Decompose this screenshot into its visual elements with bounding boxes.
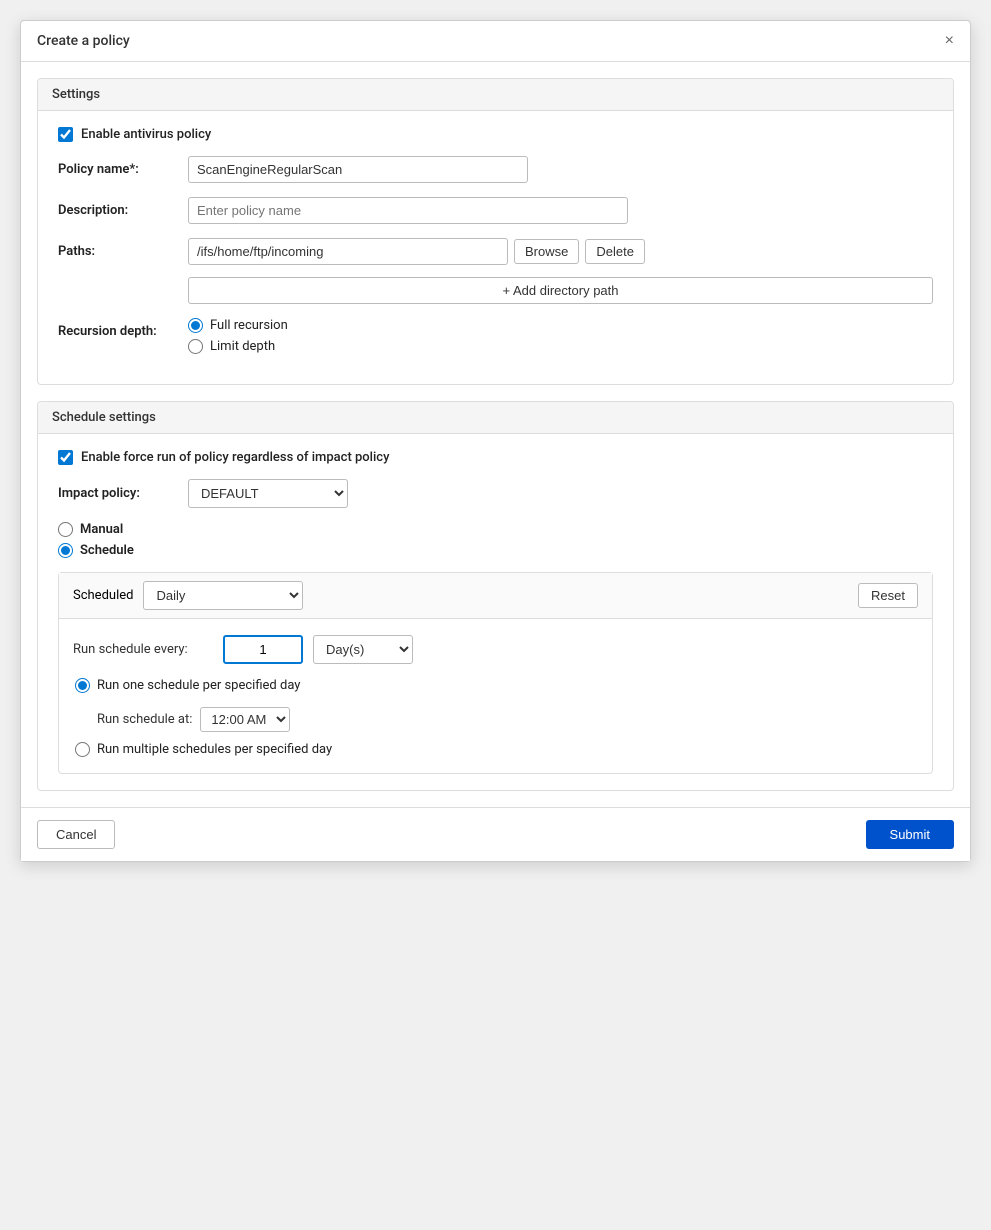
dialog-header: Create a policy × [21, 21, 970, 62]
run-every-input[interactable] [223, 635, 303, 664]
schedule-options: Run one schedule per specified day Run s… [73, 678, 918, 757]
enable-force-label: Enable force run of policy regardless of… [81, 450, 389, 465]
run-one-row: Run one schedule per specified day [75, 678, 918, 693]
policy-name-row: Policy name*: [58, 156, 933, 183]
recursion-depth-label: Recursion depth: [58, 318, 188, 339]
path-input[interactable] [188, 238, 508, 265]
browse-button[interactable]: Browse [514, 239, 579, 264]
enable-antivirus-checkbox[interactable] [58, 127, 73, 142]
recursion-depth-row: Recursion depth: Full recursion Limit de… [58, 318, 933, 354]
schedule-box-header-left: Scheduled Daily Weekly Monthly [73, 581, 303, 610]
paths-wrap: Browse Delete + Add directory path [188, 238, 933, 304]
full-recursion-radio[interactable] [188, 318, 203, 333]
paths-label: Paths: [58, 238, 188, 259]
schedule-section-body: Enable force run of policy regardless of… [38, 434, 953, 790]
delete-button[interactable]: Delete [585, 239, 645, 264]
reset-button[interactable]: Reset [858, 583, 918, 608]
limit-depth-radio[interactable] [188, 339, 203, 354]
schedule-label: Schedule [80, 543, 134, 558]
run-multiple-row: Run multiple schedules per specified day [75, 742, 918, 757]
limit-depth-label: Limit depth [210, 339, 275, 354]
impact-policy-select[interactable]: DEFAULT LOW MEDIUM HIGH [188, 479, 348, 508]
full-recursion-row: Full recursion [188, 318, 933, 333]
add-directory-path-button[interactable]: + Add directory path [188, 277, 933, 304]
schedule-box-header: Scheduled Daily Weekly Monthly Reset [59, 573, 932, 619]
recursion-depth-wrap: Full recursion Limit depth [188, 318, 933, 354]
recursion-radio-group: Full recursion Limit depth [188, 318, 933, 354]
path-entry-row: Browse Delete [188, 238, 933, 265]
run-one-radio[interactable] [75, 678, 90, 693]
settings-section: Settings Enable antivirus policy Policy … [37, 78, 954, 385]
run-every-row: Run schedule every: Day(s) Week(s) Month… [73, 635, 918, 664]
submit-button[interactable]: Submit [866, 820, 954, 849]
full-recursion-label: Full recursion [210, 318, 288, 333]
run-every-unit-select[interactable]: Day(s) Week(s) Month(s) [313, 635, 413, 664]
paths-row: Paths: Browse Delete + Add directory pat… [58, 238, 933, 304]
schedule-radio[interactable] [58, 543, 73, 558]
enable-force-row: Enable force run of policy regardless of… [58, 450, 933, 465]
description-row: Description: [58, 197, 933, 224]
policy-name-input[interactable] [188, 156, 528, 183]
create-policy-dialog: Create a policy × Settings Enable antivi… [20, 20, 971, 862]
policy-name-label: Policy name*: [58, 156, 188, 177]
policy-name-wrap [188, 156, 933, 183]
frequency-select[interactable]: Daily Weekly Monthly [143, 581, 303, 610]
dialog-footer: Cancel Submit [21, 807, 970, 861]
run-multiple-radio[interactable] [75, 742, 90, 757]
dialog-body: Settings Enable antivirus policy Policy … [21, 62, 970, 807]
run-every-label: Run schedule every: [73, 642, 213, 657]
manual-radio[interactable] [58, 522, 73, 537]
limit-depth-row: Limit depth [188, 339, 933, 354]
dialog-title: Create a policy [37, 33, 130, 49]
description-input[interactable] [188, 197, 628, 224]
settings-section-body: Enable antivirus policy Policy name*: De… [38, 111, 953, 384]
schedule-section-header: Schedule settings [38, 402, 953, 434]
schedule-type-group: Manual Schedule [58, 522, 933, 558]
manual-label: Manual [80, 522, 123, 537]
enable-force-checkbox[interactable] [58, 450, 73, 465]
enable-antivirus-row: Enable antivirus policy [58, 127, 933, 142]
run-at-label: Run schedule at: [97, 712, 192, 727]
scheduled-box: Scheduled Daily Weekly Monthly Reset [58, 572, 933, 774]
schedule-box-body: Run schedule every: Day(s) Week(s) Month… [59, 619, 932, 773]
scheduled-label: Scheduled [73, 588, 133, 603]
impact-policy-label: Impact policy: [58, 486, 188, 501]
schedule-section: Schedule settings Enable force run of po… [37, 401, 954, 791]
description-wrap [188, 197, 933, 224]
close-button[interactable]: × [945, 33, 954, 49]
impact-policy-row: Impact policy: DEFAULT LOW MEDIUM HIGH [58, 479, 933, 508]
description-label: Description: [58, 197, 188, 218]
manual-row: Manual [58, 522, 933, 537]
run-multiple-label: Run multiple schedules per specified day [97, 742, 332, 757]
settings-section-header: Settings [38, 79, 953, 111]
cancel-button[interactable]: Cancel [37, 820, 115, 849]
run-at-option: Run schedule at: 12:00 AM 1:00 AM 6:00 A… [75, 707, 918, 732]
schedule-row: Schedule [58, 543, 933, 558]
run-at-select[interactable]: 12:00 AM 1:00 AM 6:00 AM 12:00 PM [200, 707, 290, 732]
enable-antivirus-label: Enable antivirus policy [81, 127, 211, 142]
run-one-label: Run one schedule per specified day [97, 678, 300, 693]
